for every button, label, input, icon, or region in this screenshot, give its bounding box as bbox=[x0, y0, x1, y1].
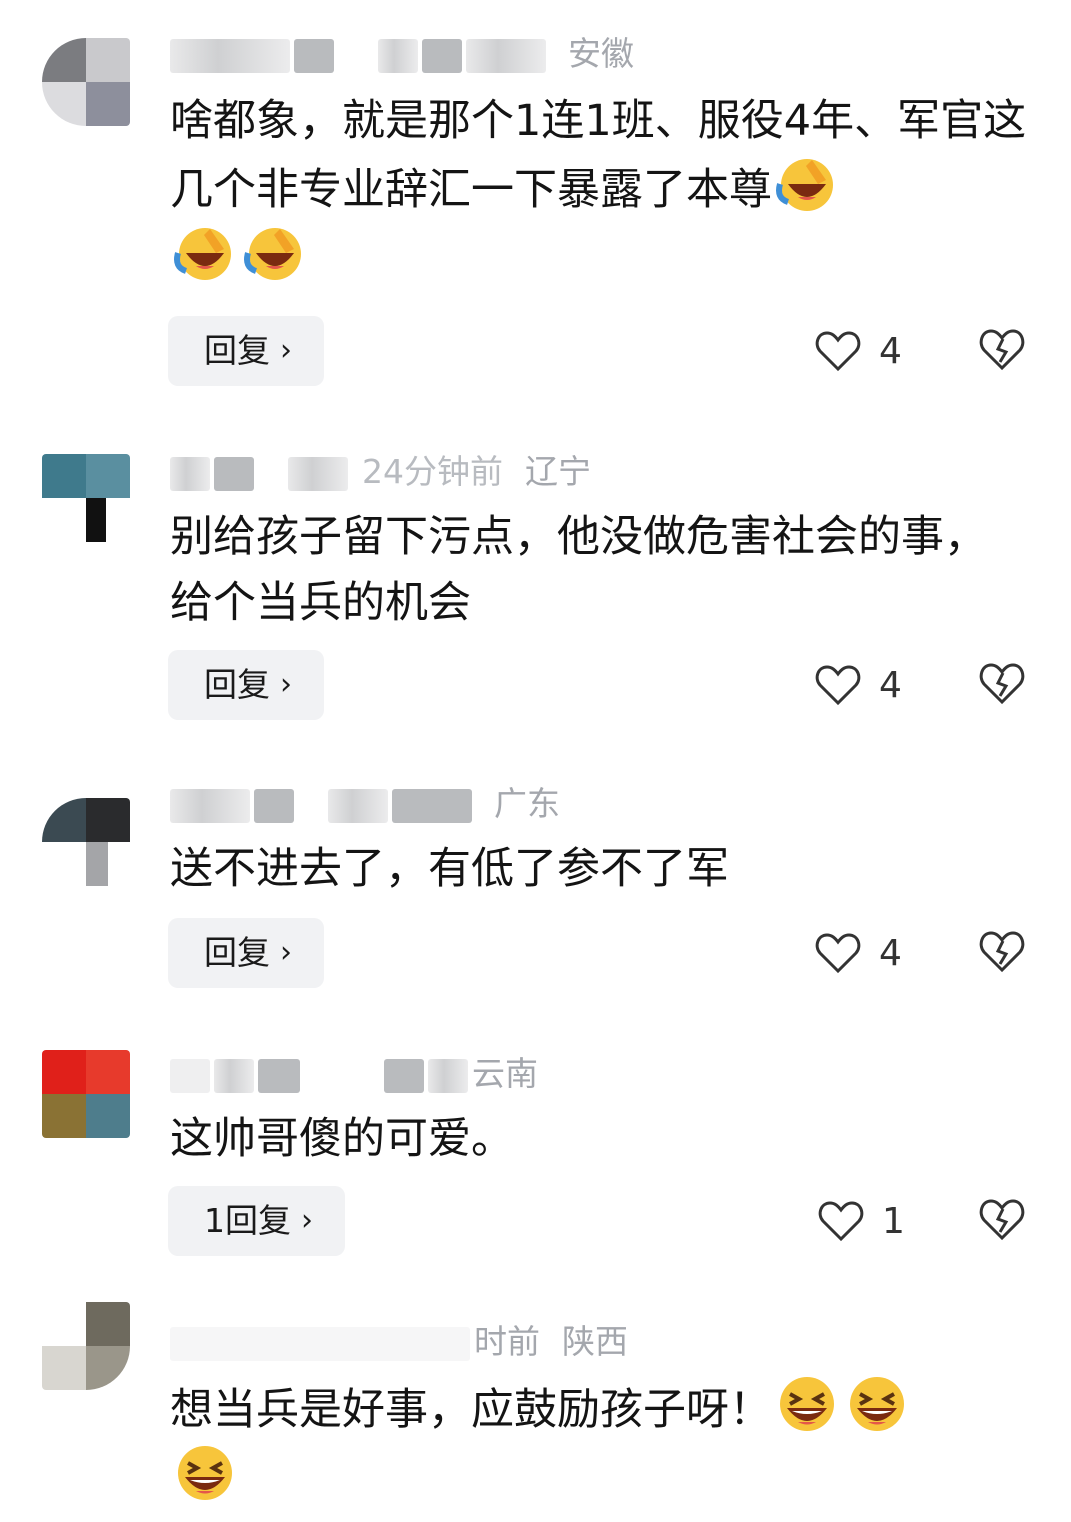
grinning-squinting-emoji bbox=[774, 1374, 840, 1434]
comment-meta: 24分钟前 辽宁 bbox=[170, 450, 591, 494]
reply-button[interactable]: 回复 › bbox=[168, 650, 324, 720]
laughing-crying-facepalm-emoji bbox=[774, 154, 840, 214]
dislike-button[interactable] bbox=[978, 1196, 1026, 1244]
like-count: 4 bbox=[879, 330, 902, 372]
heart-outline-icon bbox=[815, 933, 861, 974]
blurred-username[interactable] bbox=[170, 788, 250, 823]
broken-heart-icon bbox=[979, 329, 1025, 371]
comment-text: 啥都象，就是那个1连1班、服役4年、军官这几个非专业辞汇一下暴露了本尊 bbox=[170, 88, 1030, 292]
heart-outline-icon bbox=[815, 331, 861, 372]
comment-text: 送不进去了，有低了参不了军 bbox=[170, 844, 729, 894]
laughing-crying-facepalm-emoji bbox=[172, 223, 238, 283]
dislike-button[interactable] bbox=[978, 928, 1026, 976]
comment-location: 辽宁 bbox=[525, 452, 591, 491]
like-count: 4 bbox=[879, 932, 902, 974]
chevron-right-icon: › bbox=[280, 333, 292, 368]
reply-button[interactable]: 回复 › bbox=[168, 918, 324, 988]
broken-heart-icon bbox=[979, 1199, 1025, 1241]
blurred-username[interactable] bbox=[170, 456, 210, 491]
like-count: 1 bbox=[882, 1200, 905, 1242]
blurred-username[interactable] bbox=[170, 1058, 210, 1093]
comment-time: 24分钟前 bbox=[362, 452, 503, 491]
comment-text: 想当兵是好事，应鼓励孩子呀！ bbox=[170, 1374, 1030, 1512]
comment-time: 时前 bbox=[474, 1322, 540, 1361]
avatar[interactable] bbox=[42, 454, 130, 542]
chevron-right-icon: › bbox=[280, 667, 292, 702]
dislike-button[interactable] bbox=[978, 326, 1026, 374]
comment-meta: 安徽 bbox=[170, 32, 634, 76]
laughing-crying-facepalm-emoji bbox=[242, 223, 308, 283]
comment-location: 广东 bbox=[494, 784, 560, 823]
blurred-username[interactable] bbox=[170, 38, 290, 73]
reply-button[interactable]: 回复 › bbox=[168, 316, 324, 386]
blurred-username[interactable] bbox=[170, 1326, 470, 1361]
chevron-right-icon: › bbox=[280, 935, 292, 970]
comment-text: 这帅哥傻的可爱。 bbox=[170, 1114, 514, 1164]
comment-location: 安徽 bbox=[568, 34, 634, 73]
like-button[interactable]: 1 bbox=[818, 1196, 905, 1246]
heart-outline-icon bbox=[815, 665, 861, 706]
heart-outline-icon bbox=[818, 1201, 864, 1242]
avatar[interactable] bbox=[42, 798, 130, 886]
comment-meta: 云南 bbox=[170, 1052, 538, 1096]
comment-location: 陕西 bbox=[562, 1322, 628, 1361]
comment-meta: 广东 bbox=[170, 782, 560, 826]
comment-meta: 时前 陕西 bbox=[170, 1320, 628, 1364]
comment-text: 别给孩子留下污点，他没做危害社会的事，给个当兵的机会 bbox=[170, 512, 987, 628]
grinning-squinting-emoji bbox=[172, 1443, 238, 1503]
like-button[interactable]: 4 bbox=[815, 326, 902, 376]
like-count: 4 bbox=[879, 664, 902, 706]
broken-heart-icon bbox=[979, 931, 1025, 973]
comment-location: 云南 bbox=[472, 1054, 538, 1093]
like-button[interactable]: 4 bbox=[815, 928, 902, 978]
chevron-right-icon: › bbox=[301, 1203, 313, 1238]
dislike-button[interactable] bbox=[978, 660, 1026, 708]
avatar[interactable] bbox=[42, 1302, 130, 1390]
grinning-squinting-emoji bbox=[844, 1374, 910, 1434]
like-button[interactable]: 4 bbox=[815, 660, 902, 710]
broken-heart-icon bbox=[979, 663, 1025, 705]
avatar[interactable] bbox=[42, 1050, 130, 1138]
reply-button[interactable]: 1回复 › bbox=[168, 1186, 345, 1256]
avatar[interactable] bbox=[42, 38, 130, 126]
